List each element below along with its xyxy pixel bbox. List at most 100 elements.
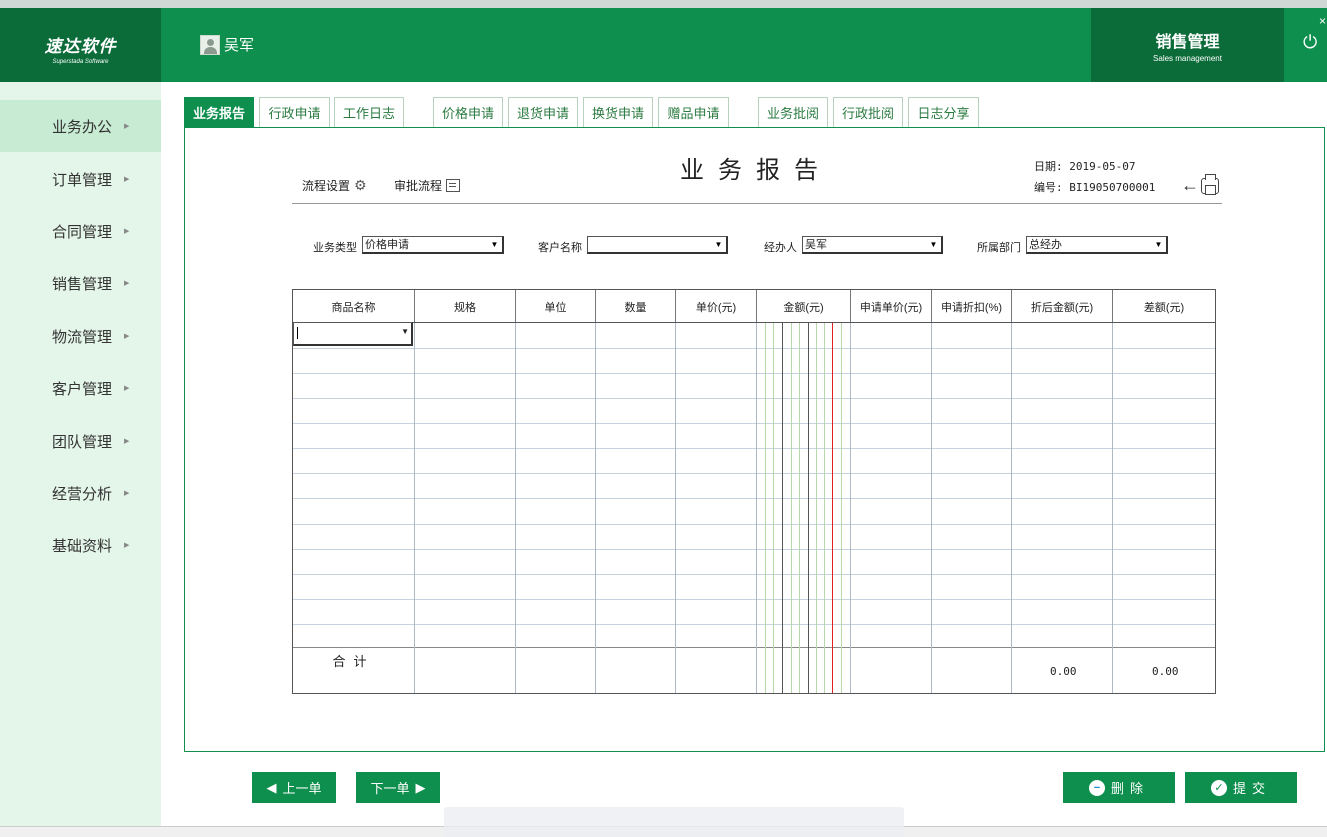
sidebar-item-customers[interactable]: 客户管理 ▶ <box>0 362 161 414</box>
sidebar-item-business-office[interactable]: 业务办公 ▶ <box>0 100 161 152</box>
column-line <box>515 323 516 693</box>
sidebar-item-analysis[interactable]: 经营分析 ▶ <box>0 467 161 519</box>
sidebar-item-logistics[interactable]: 物流管理 ▶ <box>0 310 161 362</box>
digit-separator <box>816 323 817 693</box>
handler-select[interactable]: 吴军 ▼ <box>802 236 943 254</box>
tab-return-request[interactable]: 退货申请 <box>508 97 578 127</box>
brand-tagline: Superstada Software <box>52 59 109 65</box>
tab-price-request[interactable]: 价格申请 <box>433 97 503 127</box>
submit-button[interactable]: ✓ 提交 <box>1185 772 1297 803</box>
column-header[interactable]: 申请单价(元) <box>851 290 932 323</box>
sidebar-item-label: 基础资料 <box>52 537 113 555</box>
left-triangle-icon: ◀ <box>266 779 277 795</box>
next-record-button[interactable]: 下一单 ▶ <box>356 772 440 803</box>
power-icon[interactable]: ⏻ <box>1303 32 1317 53</box>
sidebar-item-label: 经营分析 <box>52 485 113 503</box>
check-circle-icon: ✓ <box>1210 779 1227 796</box>
chevron-right-icon: ▶ <box>124 438 130 445</box>
handler-value: 吴军 <box>805 239 827 251</box>
sidebar-item-label: 客户管理 <box>52 380 113 398</box>
chevron-right-icon: ▶ <box>124 333 130 340</box>
sidebar-item-label: 团队管理 <box>52 433 113 451</box>
sidebar-item-label: 物流管理 <box>52 328 113 346</box>
brand-logo: 速达软件 Superstada Software <box>0 8 161 82</box>
approval-flow-button[interactable]: 审批流程 <box>394 177 461 194</box>
decimal-separator <box>832 323 833 693</box>
dropdown-arrow-icon: ▼ <box>490 240 499 249</box>
tab-gift-request[interactable]: 赠品申请 <box>658 97 729 127</box>
column-header[interactable]: 规格 <box>415 290 516 323</box>
flow-settings-label: 流程设置 <box>302 179 351 193</box>
column-header[interactable]: 商品名称 <box>293 290 415 323</box>
chevron-right-icon: ▶ <box>124 123 130 130</box>
document-icon <box>446 179 461 192</box>
column-header[interactable]: 折后金额(元) <box>1012 290 1113 323</box>
sidebar-item-label: 销售管理 <box>52 275 113 293</box>
digit-separator <box>799 323 800 693</box>
column-line <box>595 323 596 693</box>
column-line <box>1011 323 1012 693</box>
total-rule <box>293 647 1215 648</box>
sidebar-item-contracts[interactable]: 合同管理 ▶ <box>0 205 161 257</box>
digit-separator <box>824 323 825 693</box>
dropdown-arrow-icon: ▼ <box>401 327 409 336</box>
digit-separator <box>773 323 774 693</box>
sidebar-item-sales[interactable]: 销售管理 ▶ <box>0 257 161 309</box>
department-value: 总经办 <box>1029 239 1062 251</box>
header-rule <box>293 322 1215 323</box>
dropdown-arrow-icon: ▼ <box>714 240 723 249</box>
close-icon[interactable]: × <box>1319 14 1326 28</box>
window-title-strip <box>0 0 1327 8</box>
tab-business-report[interactable]: 业务报告 <box>184 97 254 127</box>
sidebar-item-team[interactable]: 团队管理 ▶ <box>0 415 161 467</box>
detail-table: 商品名称 规格 单位 数量 单价(元) 金额(元) 申请单价(元) 申请折扣(%… <box>292 289 1216 694</box>
module-badge: 销售管理 Sales management <box>1091 8 1284 82</box>
column-header[interactable]: 数量 <box>596 290 676 323</box>
column-line <box>931 323 932 693</box>
digit-separator <box>808 323 809 693</box>
sidebar-item-base-data[interactable]: 基础资料 ▶ <box>0 519 161 571</box>
chevron-right-icon: ▶ <box>124 280 130 287</box>
column-line <box>1112 323 1113 693</box>
chevron-right-icon: ▶ <box>124 385 130 392</box>
sidebar-item-orders[interactable]: 订单管理 ▶ <box>0 153 161 205</box>
delete-button[interactable]: − 删除 <box>1063 772 1175 803</box>
column-header[interactable]: 差额(元) <box>1113 290 1215 323</box>
row-line <box>293 373 1215 374</box>
approval-flow-label: 审批流程 <box>394 179 443 193</box>
column-header[interactable]: 单位 <box>516 290 596 323</box>
next-record-label: 下一单 <box>370 781 410 796</box>
tab-log-share[interactable]: 日志分享 <box>908 97 979 127</box>
total-difference: 0.00 <box>1152 665 1179 678</box>
tab-exchange-request[interactable]: 换货申请 <box>583 97 653 127</box>
module-name: 销售管理 <box>1155 32 1220 51</box>
total-label: 合计 <box>332 654 375 669</box>
business-type-select[interactable]: 价格申请 ▼ <box>362 236 504 254</box>
chevron-right-icon: ▶ <box>124 490 130 497</box>
prev-record-button[interactable]: ◀ 上一单 <box>252 772 336 803</box>
product-name-select[interactable]: ▼ <box>293 322 413 346</box>
current-user[interactable]: 吴军 <box>200 34 254 55</box>
printer-icon[interactable] <box>1201 174 1219 195</box>
report-date: 日期: 2019-05-07 <box>1034 160 1136 173</box>
chevron-right-icon: ▶ <box>124 542 130 549</box>
back-arrow-icon[interactable]: ← <box>1181 175 1199 196</box>
customer-name-select[interactable]: ▼ <box>587 236 728 254</box>
tab-admin-request[interactable]: 行政申请 <box>259 97 330 127</box>
chevron-right-icon: ▶ <box>124 228 130 235</box>
column-header[interactable]: 申请折扣(%) <box>932 290 1012 323</box>
row-line <box>293 599 1215 600</box>
column-header[interactable]: 单价(元) <box>676 290 757 323</box>
tab-business-review[interactable]: 业务批阅 <box>758 97 828 127</box>
flow-settings-button[interactable]: 流程设置 ⚙ <box>302 177 367 194</box>
sidebar-item-label: 订单管理 <box>52 171 113 189</box>
sidebar: 业务办公 ▶ 订单管理 ▶ 合同管理 ▶ 销售管理 ▶ 物流管理 ▶ 客户管理 ▶ 团队管理… <box>0 82 161 837</box>
text-caret <box>297 327 298 339</box>
column-header[interactable]: 金额(元) <box>757 290 851 323</box>
header-divider <box>292 203 1222 204</box>
dropdown-arrow-icon: ▼ <box>1154 240 1163 249</box>
department-select[interactable]: 总经办 ▼ <box>1026 236 1168 254</box>
tab-admin-review[interactable]: 行政批阅 <box>833 97 903 127</box>
tab-work-log[interactable]: 工作日志 <box>334 97 404 127</box>
row-line <box>293 423 1215 424</box>
